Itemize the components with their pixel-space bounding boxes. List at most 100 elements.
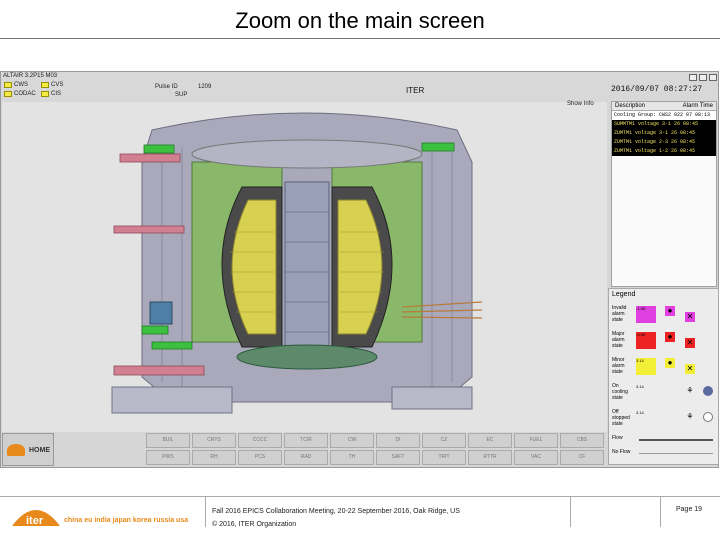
alarm-row[interactable]: ZUMTM1 voltage 2-3 26 08:45 bbox=[612, 138, 716, 147]
show-info-button[interactable]: Show Info bbox=[567, 101, 594, 107]
slide-title: Zoom on the main screen bbox=[235, 8, 485, 33]
nav-button[interactable]: CW bbox=[330, 433, 374, 448]
nav-button[interactable]: SAFT bbox=[376, 450, 420, 465]
nav-button[interactable]: PWS bbox=[146, 450, 190, 465]
invalid-valve-icon: ✕ bbox=[685, 312, 695, 322]
chip-cvs[interactable]: CVS bbox=[41, 82, 63, 88]
legend-label: Minor alarm state bbox=[612, 357, 625, 375]
legend-row-off: Off stopped state 3.14 ⚘ bbox=[611, 407, 715, 433]
legend-swatch: 3.14 bbox=[636, 384, 644, 389]
alarm-col-time[interactable]: Alarm Time bbox=[683, 103, 713, 109]
chip-label: CIS bbox=[51, 91, 62, 97]
tokamak-view[interactable] bbox=[2, 102, 607, 432]
off-status-icon bbox=[703, 412, 713, 422]
alarm-row[interactable]: Cooling Group: CWS2 022 07 08:13 bbox=[612, 111, 716, 120]
chip-indicator bbox=[41, 82, 49, 88]
alarm-list-header: Description Alarm Time bbox=[612, 102, 716, 111]
chip-label: CVS bbox=[51, 82, 64, 88]
chip-cws[interactable]: CWS bbox=[4, 82, 28, 88]
chip-codac[interactable]: CODAC bbox=[4, 91, 36, 97]
footer-separator bbox=[205, 497, 206, 527]
nav-button[interactable]: TCIR bbox=[284, 433, 328, 448]
alarm-row[interactable]: ZUMTM1 voltage 1-2 26 08:45 bbox=[612, 147, 716, 156]
nav-button[interactable]: RTTR bbox=[468, 450, 512, 465]
maximize-icon[interactable] bbox=[699, 74, 707, 81]
close-icon[interactable] bbox=[709, 74, 717, 81]
sup-label: SUP bbox=[175, 92, 188, 98]
legend-swatch: -1.0E bbox=[636, 306, 656, 323]
pulse-id-label: Pulse ID bbox=[155, 84, 178, 90]
datetime-readout: 2016/09/07 08:27:27 bbox=[611, 85, 703, 94]
nav-button[interactable]: TRIT bbox=[422, 450, 466, 465]
legend-panel: Legend Invalid alarm state -1.0E ● ✕ Maj… bbox=[608, 288, 719, 465]
invalid-pump-icon: ● bbox=[665, 306, 675, 316]
legend-row-on: On cooling state 3.14 ⚘ bbox=[611, 381, 715, 407]
pulse-id-value: 1209 bbox=[198, 84, 212, 90]
alarm-list-panel: Description Alarm Time Cooling Group: CW… bbox=[611, 101, 717, 287]
footer-event: Fall 2016 EPICS Collaboration Meeting, 2… bbox=[212, 508, 460, 515]
minor-pump-icon: ● bbox=[665, 358, 675, 368]
alarm-col-description[interactable]: Description bbox=[615, 103, 645, 109]
title-divider bbox=[0, 38, 720, 39]
app-name: ITER bbox=[406, 86, 425, 95]
alarm-row[interactable]: ZUMTM1 voltage 3-1 26 08:45 bbox=[612, 129, 716, 138]
legend-swatch: -0.5E bbox=[636, 332, 656, 349]
minor-valve-icon: ✕ bbox=[685, 364, 695, 374]
legend-label: Flow bbox=[612, 435, 623, 441]
nav-button[interactable]: CZ bbox=[422, 433, 466, 448]
major-valve-icon: ✕ bbox=[685, 338, 695, 348]
chip-label: CODAC bbox=[14, 91, 36, 97]
nav-button[interactable]: RAD bbox=[284, 450, 328, 465]
legend-row-major: Major alarm state -0.5E ● ✕ bbox=[611, 329, 715, 355]
legend-row-invalid: Invalid alarm state -1.0E ● ✕ bbox=[611, 303, 715, 329]
footer-separator bbox=[570, 497, 571, 527]
nav-button[interactable]: CF bbox=[560, 450, 604, 465]
off-fan-icon: ⚘ bbox=[686, 412, 694, 421]
on-status-icon bbox=[703, 386, 713, 396]
tokamak-illustration bbox=[2, 102, 607, 432]
legend-swatch: 3.14 bbox=[636, 410, 644, 415]
legend-label: Off stopped state bbox=[612, 409, 630, 427]
flow-line-icon bbox=[639, 439, 713, 441]
legend-label: On cooling state bbox=[612, 383, 628, 401]
footer-copyright: © 2016, ITER Organization bbox=[212, 521, 297, 528]
legend-row-minor: Minor alarm state 3.14 ● ✕ bbox=[611, 355, 715, 381]
chip-indicator bbox=[4, 91, 12, 97]
nav-button[interactable]: CBS bbox=[560, 433, 604, 448]
nav-button[interactable]: EC bbox=[468, 433, 512, 448]
legend-label: Invalid alarm state bbox=[612, 305, 627, 323]
legend-row-noflow: No Flow bbox=[611, 447, 715, 461]
chip-indicator bbox=[41, 91, 49, 97]
member-countries: china eu india japan korea russia usa bbox=[64, 517, 189, 524]
footer-divider bbox=[0, 496, 720, 497]
nav-button[interactable]: CCCC bbox=[238, 433, 282, 448]
page-number: Page 19 bbox=[676, 506, 703, 513]
iter-logo: iter bbox=[12, 510, 60, 527]
nav-button[interactable]: PCS bbox=[238, 450, 282, 465]
footer-separator bbox=[660, 497, 661, 527]
nav-button[interactable]: RH bbox=[192, 450, 236, 465]
nav-button[interactable]: FUEL bbox=[514, 433, 558, 448]
chip-indicator bbox=[4, 82, 12, 88]
status-bar: ALTAIR 3.2P15 M03 CWS CVS CODAC CIS Puls… bbox=[1, 72, 718, 102]
chip-cis[interactable]: CIS bbox=[41, 91, 61, 97]
iter-home-icon bbox=[7, 444, 25, 456]
main-screen: ALTAIR 3.2P15 M03 CWS CVS CODAC CIS Puls… bbox=[0, 71, 719, 468]
alarm-row[interactable]: SUMMTM1 voltage 3-1 26 08:45 bbox=[612, 120, 716, 129]
legend-title: Legend bbox=[612, 291, 636, 298]
logo-text: iter bbox=[26, 515, 44, 527]
nav-button[interactable]: CRYS bbox=[192, 433, 236, 448]
slide: Zoom on the main screen ALTAIR 3.2P15 M0… bbox=[0, 0, 720, 540]
nav-button[interactable]: DI bbox=[376, 433, 420, 448]
chip-label: CWS bbox=[14, 82, 28, 88]
minimize-icon[interactable] bbox=[689, 74, 697, 81]
major-pump-icon: ● bbox=[665, 332, 675, 342]
nav-button[interactable]: TH bbox=[330, 450, 374, 465]
version-label: ALTAIR 3.2P15 M03 bbox=[3, 73, 58, 79]
on-fan-icon: ⚘ bbox=[686, 386, 694, 395]
nav-button[interactable]: BUIL bbox=[146, 433, 190, 448]
nav-button[interactable]: VAC bbox=[514, 450, 558, 465]
noflow-line-icon bbox=[639, 453, 713, 454]
home-label: HOME bbox=[29, 447, 50, 454]
home-button[interactable]: HOME bbox=[2, 433, 54, 466]
